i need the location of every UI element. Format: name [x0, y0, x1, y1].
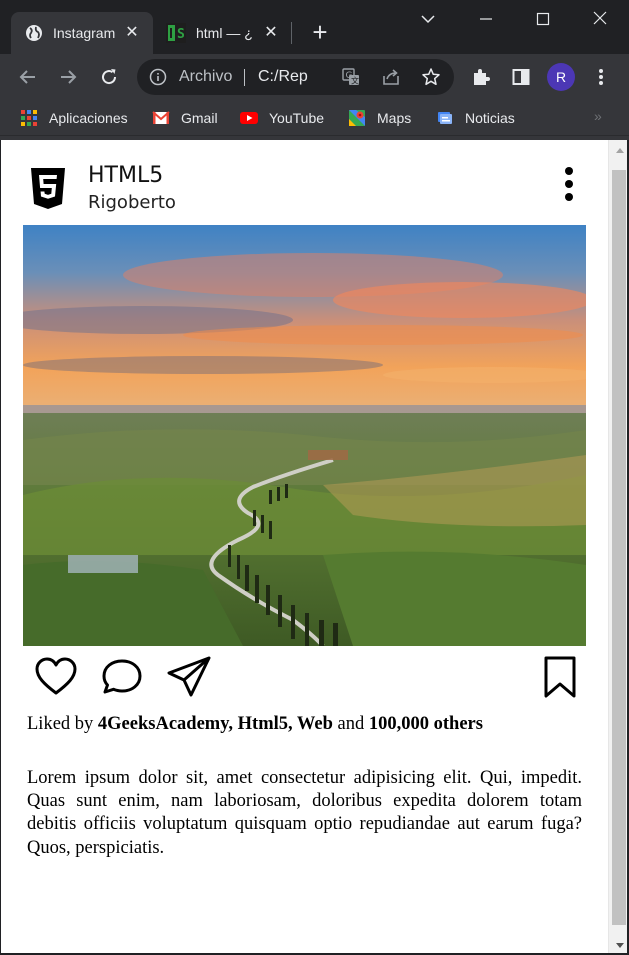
news-icon: [438, 112, 452, 124]
close-tab-icon[interactable]: ✕: [123, 24, 141, 42]
puzzle-icon: [474, 69, 490, 85]
tab-title: Instagram: [53, 25, 116, 41]
bookmark-label: Gmail: [181, 110, 218, 126]
likes-conjunction: and: [337, 714, 365, 734]
kebab-menu-icon: [599, 69, 603, 85]
post-caption: Lorem ipsum dolor sit, amet consectetur …: [27, 768, 582, 858]
tab-separator: [291, 22, 292, 44]
like-heart-icon[interactable]: [34, 655, 78, 699]
scroll-up-arrow-icon[interactable]: [616, 148, 624, 153]
browser-menu-button[interactable]: [586, 62, 616, 92]
page-scrollbar[interactable]: [608, 140, 629, 955]
more-options-icon: [565, 193, 573, 201]
arrow-right-icon: [61, 70, 77, 84]
side-panel-button[interactable]: [506, 62, 536, 92]
new-tab-button[interactable]: +: [306, 19, 334, 46]
browser-titlebar: Instagram ✕ S html — ¿ ✕ +: [0, 0, 629, 54]
arrow-left-icon: [19, 70, 35, 84]
bookmark-label: Aplicaciones: [49, 110, 128, 126]
bookmark-apps[interactable]: Aplicaciones: [20, 107, 128, 129]
svg-text:文: 文: [351, 76, 359, 86]
bookmark-label: YouTube: [269, 110, 325, 126]
bookmark-label: Maps: [377, 110, 412, 126]
browser-toolbar: Archivo C:/Rep G文 R: [0, 54, 629, 100]
extensions-button[interactable]: [466, 62, 496, 92]
html5-logo-icon: [31, 168, 65, 209]
globe-icon: [26, 25, 42, 41]
post-title: HTML5: [88, 163, 164, 188]
reload-icon: [102, 69, 117, 85]
tab-html[interactable]: S html — ¿ ✕: [154, 12, 292, 54]
post-options-button[interactable]: [556, 165, 582, 203]
close-window-icon[interactable]: [580, 8, 620, 32]
maps-icon: [349, 110, 365, 126]
gmail-icon: [152, 111, 170, 124]
scroll-down-arrow-icon[interactable]: [616, 943, 624, 948]
bookmark-gmail[interactable]: Gmail: [152, 107, 218, 129]
translate-icon[interactable]: G文: [341, 67, 361, 87]
tab-search-icon[interactable]: [408, 8, 448, 32]
back-button[interactable]: [13, 62, 43, 92]
post-author[interactable]: Rigoberto: [88, 192, 176, 213]
likes-others[interactable]: 100,000 others: [369, 714, 483, 734]
minimize-icon[interactable]: [466, 8, 506, 32]
tab-title: html — ¿: [196, 25, 253, 41]
close-tab-icon[interactable]: ✕: [262, 24, 280, 42]
bookmark-label: Noticias: [465, 110, 515, 126]
omnibox-url[interactable]: C:/Rep: [258, 68, 308, 86]
profile-avatar[interactable]: R: [547, 63, 575, 91]
share-icon[interactable]: [381, 67, 401, 87]
forward-button[interactable]: [53, 62, 83, 92]
bookmark-youtube[interactable]: YouTube: [240, 107, 324, 129]
share-send-icon[interactable]: [166, 655, 212, 699]
omnibox-divider: [244, 69, 245, 86]
tab-instagram[interactable]: Instagram ✕: [11, 12, 153, 54]
save-bookmark-icon[interactable]: [540, 655, 580, 699]
info-icon[interactable]: [149, 68, 167, 86]
likes-prefix: Liked by: [27, 714, 94, 734]
code-editor-favicon-icon: S: [166, 23, 186, 43]
youtube-icon: [240, 112, 258, 124]
bookmarks-overflow-icon[interactable]: »: [594, 108, 602, 124]
scrollbar-thumb[interactable]: [612, 170, 626, 925]
bookmarks-bar: Aplicaciones Gmail YouTube Maps Noticias…: [0, 100, 629, 136]
omnibox-scheme-label: Archivo: [179, 68, 233, 85]
post-photo[interactable]: [23, 225, 586, 646]
more-options-icon: [565, 167, 573, 175]
side-panel-icon: [512, 69, 530, 85]
bookmark-star-icon[interactable]: [421, 67, 441, 87]
window-edge-left: [0, 140, 1, 955]
more-options-icon: [565, 180, 573, 188]
likes-summary: Liked by 4GeeksAcademy, Html5, Web and 1…: [27, 714, 483, 735]
landscape-photo: [23, 225, 586, 646]
likes-names[interactable]: 4GeeksAcademy, Html5, Web: [98, 714, 333, 734]
reload-button[interactable]: [94, 62, 124, 92]
instagram-post-page: HTML5 Rigoberto Liked by 4GeeksAcademy, …: [0, 140, 608, 955]
svg-text:S: S: [177, 27, 185, 42]
bookmark-maps[interactable]: Maps: [348, 107, 411, 129]
address-bar[interactable]: Archivo C:/Rep G文: [137, 59, 454, 95]
maximize-icon[interactable]: [523, 8, 563, 32]
bookmark-news[interactable]: Noticias: [436, 107, 515, 129]
comment-bubble-icon[interactable]: [100, 655, 144, 699]
apps-grid-icon: [21, 110, 37, 126]
